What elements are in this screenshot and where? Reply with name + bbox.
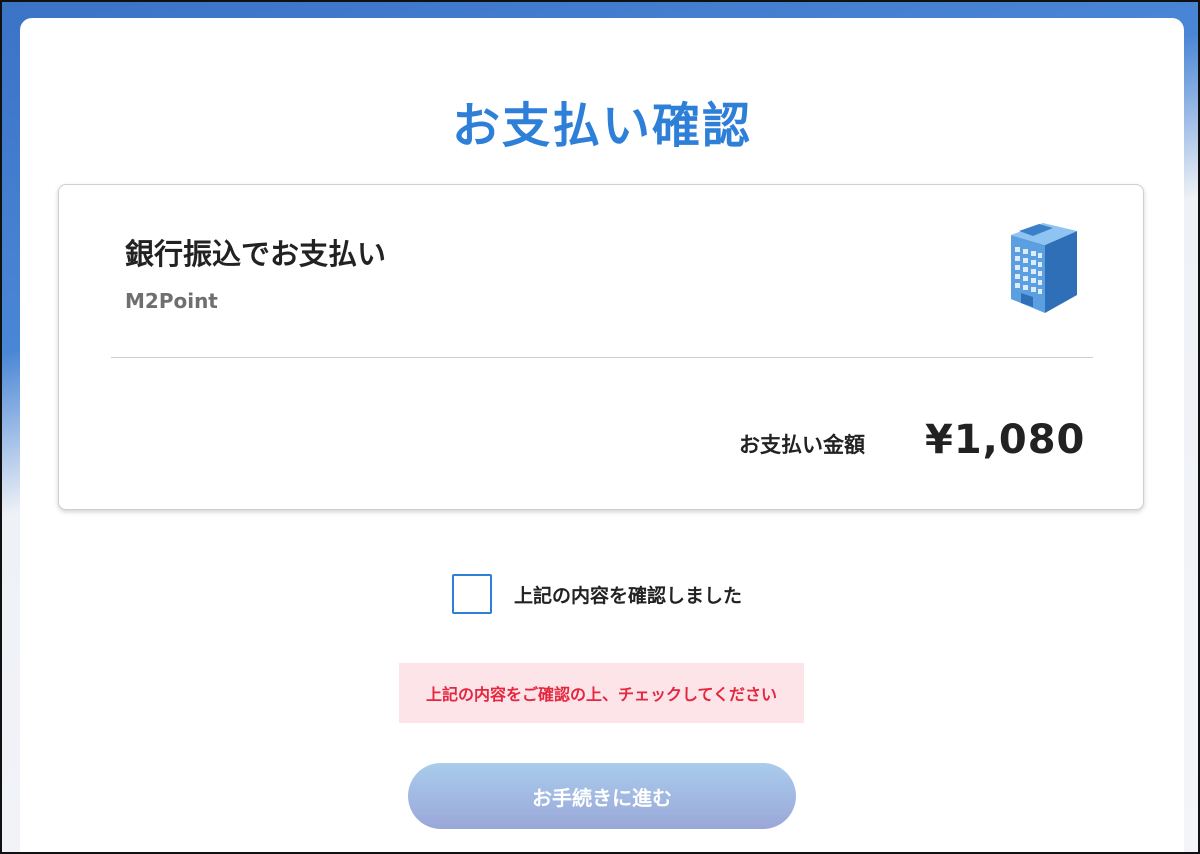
proceed-button[interactable]: お手続きに進む — [408, 763, 796, 829]
main-panel: お支払い確認 銀行振込でお支払い M2Point お支払い金額 ¥1,080 上… — [20, 18, 1184, 852]
merchant-name: M2Point — [125, 289, 218, 313]
amount-value: ¥1,080 — [925, 417, 1086, 463]
payment-method-title: 銀行振込でお支払い — [125, 237, 387, 271]
payment-summary-card: 銀行振込でお支払い M2Point お支払い金額 ¥1,080 — [58, 184, 1144, 510]
card-divider — [111, 357, 1093, 358]
confirm-checkbox-label[interactable]: 上記の内容を確認しました — [514, 581, 742, 608]
page-title: お支払い確認 — [451, 98, 752, 154]
amount-label: お支払い金額 — [739, 433, 865, 457]
confirm-checkbox[interactable] — [452, 574, 492, 614]
page-frame: お支払い確認 銀行振込でお支払い M2Point お支払い金額 ¥1,080 上… — [0, 0, 1200, 854]
confirm-checkbox-row[interactable]: 上記の内容を確認しました — [452, 574, 742, 614]
error-message: 上記の内容をご確認の上、チェックしてください — [425, 685, 778, 704]
bank-building-icon — [1011, 223, 1077, 313]
error-message-box: 上記の内容をご確認の上、チェックしてください — [399, 663, 804, 723]
